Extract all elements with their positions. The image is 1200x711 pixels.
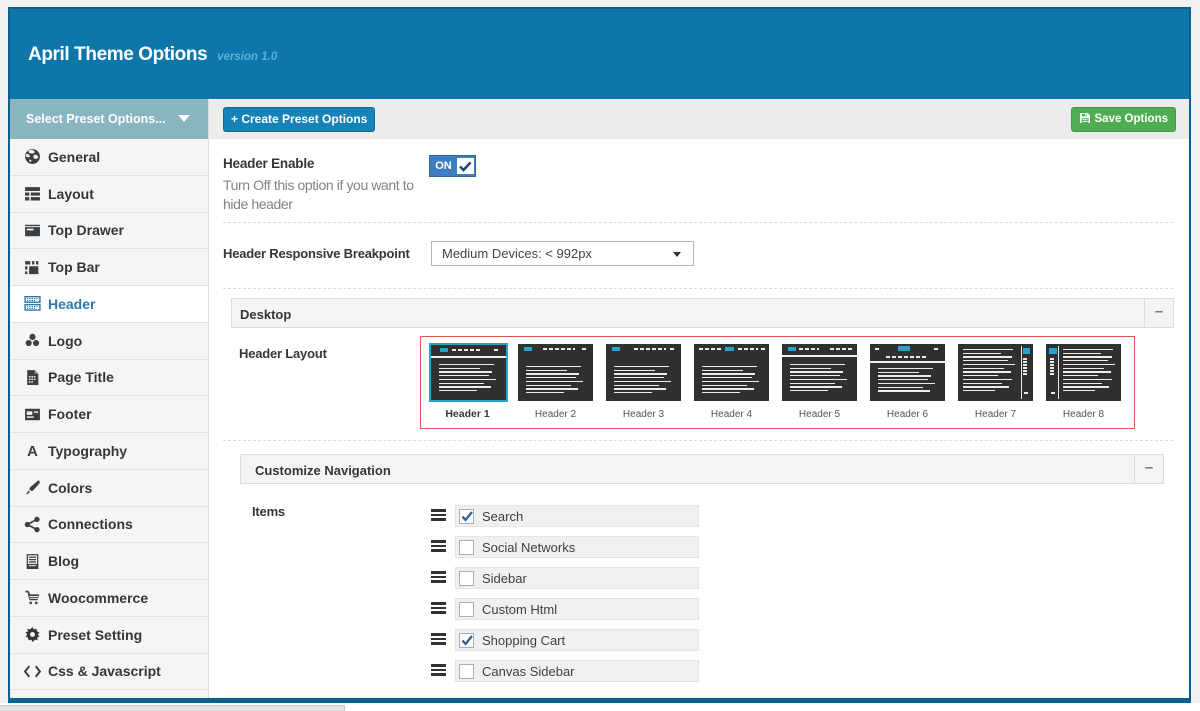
svg-text:A: A (27, 444, 38, 459)
